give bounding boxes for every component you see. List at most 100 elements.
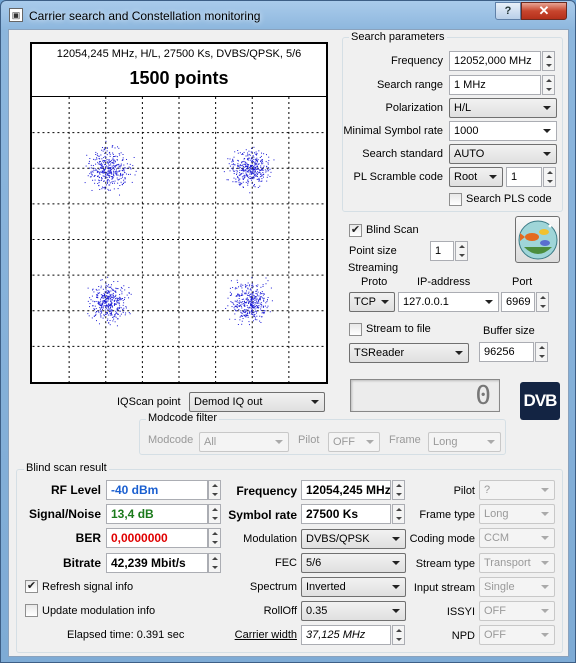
search-parameters-legend: Search parameters — [349, 31, 447, 43]
elapsed-time: Elapsed time: 0.391 sec — [67, 629, 185, 641]
proto-select[interactable]: TCP — [349, 292, 395, 312]
polarization-label: Polarization — [385, 102, 443, 114]
close-button[interactable]: ✕ — [521, 2, 567, 20]
modcode-pilot-select[interactable]: OFF — [328, 432, 380, 452]
update-modulation-label: Update modulation info — [42, 605, 156, 617]
npd-value: OFF — [484, 629, 506, 641]
result-symbol-rate-spinner[interactable] — [392, 504, 405, 524]
stream-type-label: Stream type — [415, 558, 475, 570]
refresh-signal-checkbox[interactable]: ✔ — [25, 580, 38, 593]
dvb-logo: DVB — [520, 382, 560, 420]
search-range-spinner[interactable] — [542, 75, 555, 95]
frame-type-select[interactable]: Long — [479, 504, 555, 524]
spectrum-value: Inverted — [306, 581, 346, 593]
port-label: Port — [512, 276, 533, 288]
chevron-down-icon — [541, 561, 549, 565]
chevron-down-icon — [541, 536, 549, 540]
issyi-value: OFF — [484, 605, 506, 617]
spectrum-label: Spectrum — [249, 581, 297, 593]
blind-scan-checkbox[interactable]: ✔ — [349, 224, 362, 237]
pl-scramble-mode-select[interactable]: Root — [449, 167, 503, 187]
ip-address-value: 127.0.0.1 — [403, 296, 449, 308]
bitrate-label: Bitrate — [62, 556, 101, 570]
chevron-down-icon — [541, 488, 549, 492]
pilot-value: ? — [484, 484, 491, 496]
constellation-display: 12054,245 MHz, H/L, 27500 Ks, DVBS/QPSK,… — [30, 42, 328, 384]
result-symbol-rate-label: Symbol rate — [228, 508, 297, 522]
reader-select[interactable]: TSReader — [349, 343, 469, 363]
input-stream-select[interactable]: Single — [479, 577, 555, 597]
title-bar[interactable]: ▣ Carrier search and Constellation monit… — [1, 1, 575, 29]
point-size-spinner[interactable] — [455, 241, 468, 261]
pilot-label: Pilot — [453, 485, 475, 497]
result-frequency-spinner[interactable] — [392, 480, 405, 500]
pl-scramble-spinner[interactable] — [543, 167, 556, 187]
search-pls-label: Search PLS code — [466, 193, 552, 205]
modcode-value: All — [204, 436, 217, 448]
frequency-spinner[interactable] — [542, 51, 555, 71]
chevron-down-icon — [392, 609, 400, 613]
modcode-frame-label: Frame — [389, 434, 421, 446]
ip-address-select[interactable]: 127.0.0.1 — [398, 292, 499, 312]
rf-level-value: -40 dBm — [106, 480, 208, 500]
fec-value: 5/6 — [306, 557, 322, 569]
stream-to-file-checkbox[interactable] — [349, 323, 362, 336]
fish-icon[interactable] — [515, 216, 560, 263]
constellation-plot — [32, 96, 326, 382]
update-modulation-checkbox[interactable] — [25, 604, 38, 617]
chevron-down-icon — [541, 633, 549, 637]
frequency-input[interactable]: 12052,000 MHz — [449, 51, 541, 71]
modcode-select[interactable]: All — [199, 432, 289, 452]
blind-scan-result-legend: Blind scan result — [24, 462, 109, 474]
chevron-down-icon — [366, 440, 374, 444]
input-stream-value: Single — [484, 581, 515, 593]
search-standard-select[interactable]: AUTO — [449, 144, 557, 164]
carrier-width-spinner[interactable] — [392, 625, 405, 645]
modulation-label: Modulation — [243, 533, 297, 545]
search-standard-value: AUTO — [454, 148, 485, 160]
result-symbol-rate-value: 27500 Ks — [301, 504, 391, 524]
pl-scramble-code-input[interactable]: 1 — [506, 167, 542, 187]
min-symbol-rate-select[interactable]: 1000 — [449, 121, 557, 141]
signal-display: 0 — [350, 379, 500, 412]
frame-type-label: Frame type — [419, 509, 475, 521]
proto-value: TCP — [354, 296, 376, 308]
search-range-input[interactable]: 1 MHz — [449, 75, 541, 95]
search-range-label: Search range — [376, 79, 443, 91]
search-pls-checkbox[interactable] — [449, 193, 462, 206]
point-size-input[interactable]: 1 — [430, 241, 454, 261]
fec-select[interactable]: 5/6 — [301, 553, 406, 573]
buffer-size-label: Buffer size — [483, 325, 535, 337]
bitrate-value: 42,239 Mbit/s — [106, 553, 208, 573]
polarization-select[interactable]: H/L — [449, 98, 557, 118]
rf-level-label: RF Level — [50, 483, 101, 497]
carrier-width-link[interactable]: Carrier width — [209, 629, 297, 641]
help-button[interactable]: ? — [495, 2, 521, 20]
modcode-label: Modcode — [148, 434, 194, 446]
stream-type-select[interactable]: Transport — [479, 553, 555, 573]
pilot-select[interactable]: ? — [479, 480, 555, 500]
issyi-select[interactable]: OFF — [479, 601, 555, 621]
chevron-down-icon — [311, 400, 319, 404]
chevron-down-icon — [455, 351, 463, 355]
port-spinner[interactable] — [536, 292, 549, 312]
chevron-down-icon — [541, 512, 549, 516]
ber-label: BER — [75, 531, 101, 545]
npd-select[interactable]: OFF — [479, 625, 555, 645]
modulation-select[interactable]: DVBS/QPSK — [301, 529, 406, 549]
port-input[interactable]: 6969 — [501, 292, 535, 312]
constellation-cluster — [223, 146, 275, 194]
spectrum-select[interactable]: Inverted — [301, 577, 406, 597]
chevron-down-icon — [275, 440, 283, 444]
ip-address-label: IP-address — [417, 276, 471, 288]
iqscan-select[interactable]: Demod IQ out — [189, 392, 325, 412]
buffer-size-spinner[interactable] — [535, 342, 548, 362]
client-area: 12054,245 MHz, H/L, 27500 Ks, DVBS/QPSK,… — [8, 29, 569, 657]
fec-label: FEC — [275, 557, 297, 569]
coding-mode-select[interactable]: CCM — [479, 528, 555, 548]
buffer-size-input[interactable]: 96256 — [479, 342, 534, 362]
min-symbol-rate-label: Minimal Symbol rate — [343, 125, 443, 137]
modcode-pilot-value: OFF — [333, 436, 355, 448]
modcode-frame-select[interactable]: Long — [428, 432, 501, 452]
rolloff-select[interactable]: 0.35 — [301, 601, 406, 621]
